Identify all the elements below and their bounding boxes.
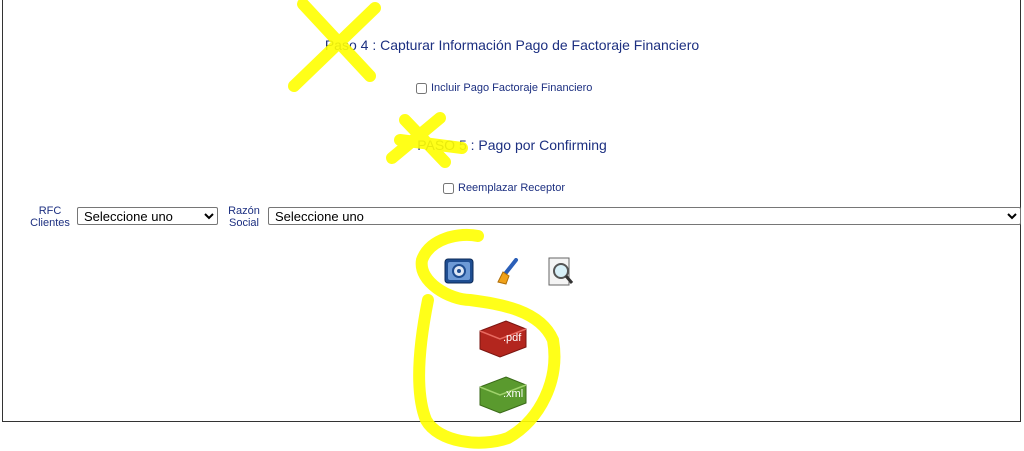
- razon-social-select[interactable]: Seleccione uno: [268, 207, 1021, 225]
- replace-receptor-checkbox-row[interactable]: Reemplazar Receptor: [443, 182, 565, 194]
- razon-social-label: Razón Social: [228, 205, 260, 229]
- broom-icon[interactable]: [494, 258, 520, 286]
- pdf-label: .pdf: [503, 332, 522, 344]
- step4-title: Paso 4 : Capturar Información Pago de Fa…: [324, 37, 700, 53]
- preview-icon[interactable]: [545, 256, 577, 288]
- include-factoraje-label: Incluir Pago Factoraje Financiero: [431, 82, 593, 94]
- include-factoraje-checkbox-row[interactable]: Incluir Pago Factoraje Financiero: [416, 82, 592, 94]
- xml-icon[interactable]: .xml: [476, 373, 530, 415]
- pdf-icon[interactable]: .pdf: [476, 317, 530, 359]
- rfc-clientes-label: RFC Clientes: [30, 205, 70, 229]
- generate-icon[interactable]: [444, 256, 474, 286]
- rfc-clientes-select[interactable]: Seleccione uno: [77, 207, 218, 225]
- replace-receptor-label: Reemplazar Receptor: [458, 182, 565, 194]
- xml-label: .xml: [503, 388, 523, 400]
- step5-title: PASO 5 : Pago por Confirming: [417, 137, 607, 153]
- include-factoraje-checkbox[interactable]: [416, 82, 427, 94]
- replace-receptor-checkbox[interactable]: [443, 182, 454, 194]
